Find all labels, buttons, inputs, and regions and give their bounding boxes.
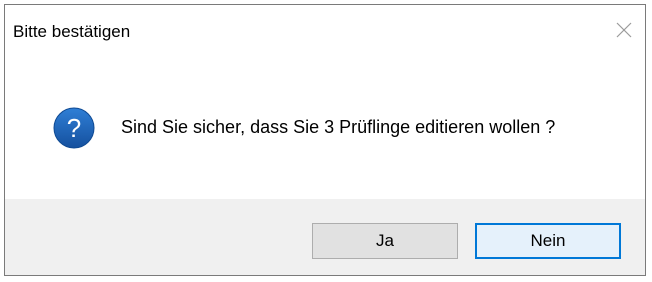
dialog-title: Bitte bestätigen	[13, 22, 131, 41]
confirm-dialog: Bitte bestätigen ? Sind Sie sicher, dass…	[4, 4, 646, 276]
no-button[interactable]: Nein	[475, 223, 621, 259]
title-bar: Bitte bestätigen	[5, 5, 645, 59]
message-text: Sind Sie sicher, dass Sie 3 Prüflinge ed…	[121, 117, 556, 137]
question-icon: ?	[53, 107, 95, 149]
yes-button[interactable]: Ja	[312, 223, 458, 259]
dialog-content: ? Sind Sie sicher, dass Sie 3 Prüflinge …	[5, 59, 645, 199]
close-button[interactable]	[609, 17, 639, 43]
button-bar: Ja Nein	[5, 199, 645, 275]
close-icon	[616, 22, 632, 38]
svg-text:?: ?	[67, 113, 81, 143]
